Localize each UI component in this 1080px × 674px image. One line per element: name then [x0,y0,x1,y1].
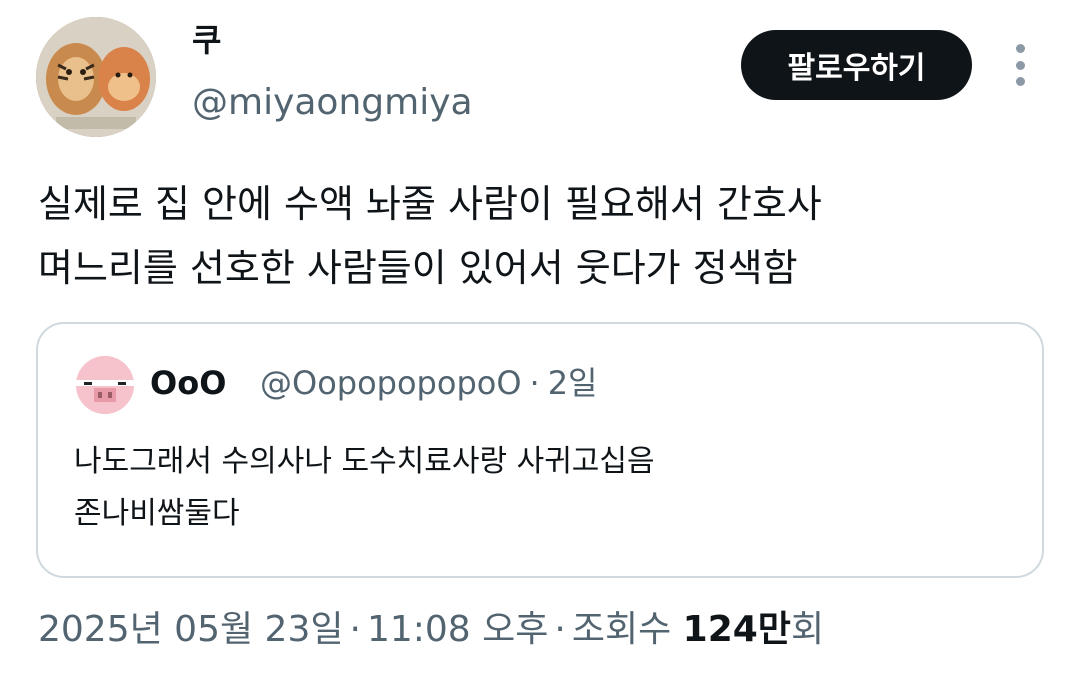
tweet-date[interactable]: 2025년 05월 23일 [38,609,343,650]
quote-text-line: 나도그래서 수의사나 도수치료사랑 사귀고십음 [74,444,655,479]
views-count: 124만 [682,609,791,650]
separator: · [554,609,566,650]
more-vertical-icon[interactable] [1004,44,1036,86]
more-dot [1015,44,1025,53]
author-display-name[interactable]: 쿠 [192,20,221,60]
tweet-text-line: 실제로 집 안에 수액 놔줄 사람이 필요해서 간호사 [38,182,822,226]
author-handle[interactable]: @miyaongmiya [192,80,473,126]
follow-button[interactable]: 팔로우하기 [741,30,972,100]
quote-display-name[interactable]: OoO [150,362,226,404]
quoted-tweet[interactable]: OoO @OopopopopoO · 2일 나도그래서 수의사나 도수치료사랑 사귀… [36,322,1044,578]
views-suffix: 회 [790,609,825,650]
more-dot [1015,77,1025,86]
avatar-image [36,17,156,137]
quote-meta: @OopopopopoO · 2일 [260,362,598,404]
tweet-text: 실제로 집 안에 수액 놔줄 사람이 필요해서 간호사 며느리를 선호한 사람들… [38,172,1048,300]
separator: · [529,364,540,402]
quote-text-line: 존나비쌈둘다 [74,496,240,531]
quote-handle[interactable]: @OopopopopoO [260,364,522,402]
tweet-text-line: 며느리를 선호한 사람들이 있어서 웃다가 정색함 [38,246,798,290]
quote-text: 나도그래서 수의사나 도수치료사랑 사귀고십음 존나비쌈둘다 [74,436,1014,540]
quote-author-avatar[interactable] [76,356,134,414]
more-dot [1015,60,1025,70]
separator: · [349,609,361,650]
tweet-time[interactable]: 11:08 오후 [367,609,548,650]
quote-time[interactable]: 2일 [548,364,598,402]
author-avatar[interactable] [36,17,156,137]
pig-avatar-image [76,356,134,414]
views-label: 조회수 [571,609,672,650]
tweet-meta: 2025년 05월 23일 · 11:08 오후 · 조회수 124만회 [38,604,824,656]
tweet-card: 쿠 @miyaongmiya 팔로우하기 실제로 집 안에 수액 놔줄 사람이 … [0,0,1080,674]
